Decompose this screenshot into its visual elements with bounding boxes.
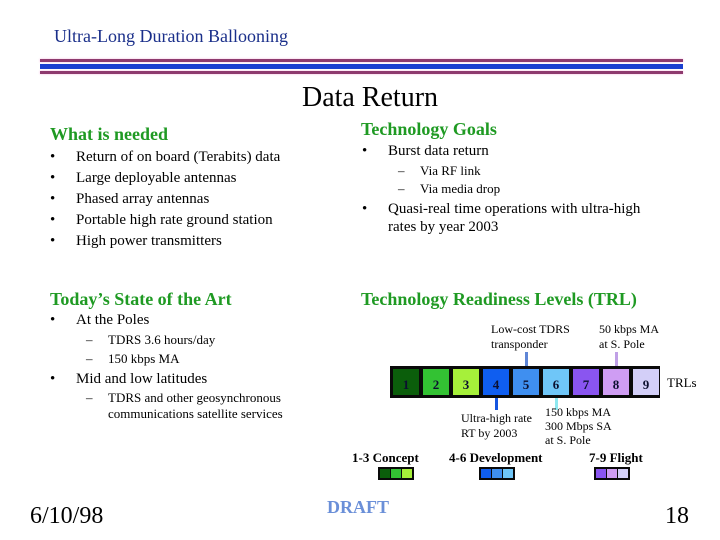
state-sub-tdrs-geosync-line2: communications satellite services: [108, 406, 283, 421]
trl-cell-4: 4: [483, 369, 509, 395]
state-at-the-poles: At the Poles: [76, 312, 150, 328]
goal-sub-rf-link: Via RF link: [420, 163, 481, 178]
trl-cell-8: 8: [603, 369, 629, 395]
trl-cell-7: 7: [573, 369, 599, 395]
trl-cell-1: 1: [393, 369, 419, 395]
callout-50kbps-line2: at S. Pole: [599, 337, 645, 351]
trl-cell-6: 6: [543, 369, 569, 395]
trl-cell-5: 5: [513, 369, 539, 395]
state-sub-tdrs-hours: TDRS 3.6 hours/day: [108, 332, 216, 347]
legend-swatch-cell: [503, 469, 513, 478]
trl-cell-9: 9: [633, 369, 659, 395]
legend-swatch-cell: [402, 469, 412, 478]
callout-50kbps-line1: 50 kbps MA: [599, 322, 660, 336]
header-rule-middle: [40, 64, 683, 69]
bullet-icon: •: [50, 149, 56, 165]
dash-icon: –: [86, 332, 93, 347]
bullet-icon: •: [362, 201, 368, 217]
callout-150kbps-line3: at S. Pole: [545, 433, 591, 447]
legend-swatch-flight: [594, 467, 630, 480]
legend-swatch-cell: [492, 469, 502, 478]
bullet-icon: •: [50, 312, 56, 328]
bullet-icon: •: [50, 371, 56, 387]
legend-label-development: 4-6 Development: [449, 450, 543, 465]
legend-label-concept: 1-3 Concept: [352, 450, 419, 465]
callout-tick-ultra-high-rate: [495, 398, 498, 410]
legend-swatch-development: [479, 467, 515, 480]
callout-tick-low-cost-tdrs: [525, 352, 528, 366]
trl-scale-bar: 1 2 3 4 5 6 7 8 9: [390, 366, 660, 398]
state-sub-150kbps: 150 kbps MA: [108, 351, 180, 366]
slide-title: Data Return: [301, 82, 439, 113]
bullet-icon: •: [50, 170, 56, 186]
callout-ultra-high-rate-line2: RT by 2003: [461, 426, 518, 440]
draft-label: DRAFT: [327, 497, 389, 517]
legend-label-flight: 7-9 Flight: [589, 450, 643, 465]
callout-tick-50kbps: [615, 352, 618, 366]
technology-goals-heading: Technology Goals: [361, 119, 497, 139]
goal-burst-data-return: Burst data return: [388, 143, 489, 159]
goal-quasi-real-time-line2: rates by year 2003: [388, 219, 499, 235]
trl-heading: Technology Readiness Levels (TRL): [361, 289, 637, 309]
what-is-needed-heading: What is needed: [50, 124, 169, 144]
trl-cell-2: 2: [423, 369, 449, 395]
header-rule-bottom: [40, 71, 683, 74]
legend-swatch-cell: [380, 469, 390, 478]
dash-icon: –: [398, 163, 405, 178]
state-sub-tdrs-geosync-line1: TDRS and other geosynchronous: [108, 390, 281, 405]
callout-low-cost-tdrs-line1: Low-cost TDRS: [491, 322, 570, 336]
bullet-icon: •: [50, 212, 56, 228]
page-number: 18: [665, 503, 689, 529]
legend-swatch-cell: [596, 469, 606, 478]
callout-ultra-high-rate-line1: Ultra-high rate: [461, 411, 532, 425]
footer-date: 6/10/98: [30, 503, 104, 529]
goal-sub-media-drop: Via media drop: [420, 181, 501, 196]
trl-axis-label: TRLs: [667, 375, 697, 390]
trl-cell-3: 3: [453, 369, 479, 395]
goal-quasi-real-time-line1: Quasi-real time operations with ultra-hi…: [388, 201, 641, 217]
legend-swatch-cell: [391, 469, 401, 478]
header-title: Ultra-Long Duration Ballooning: [54, 26, 288, 46]
legend-swatch-cell: [481, 469, 491, 478]
dash-icon: –: [86, 351, 93, 366]
legend-swatch-concept: [378, 467, 414, 480]
header-rule-top: [40, 59, 683, 62]
callout-low-cost-tdrs-line2: transponder: [491, 337, 548, 351]
bullet-icon: •: [362, 143, 368, 159]
state-of-art-heading: Today’s State of the Art: [50, 289, 232, 309]
bullet-icon: •: [50, 233, 56, 249]
bullet-icon: •: [50, 191, 56, 207]
legend-swatch-cell: [618, 469, 628, 478]
dash-icon: –: [86, 390, 93, 405]
dash-icon: –: [398, 181, 405, 196]
state-mid-low-latitudes: Mid and low latitudes: [76, 371, 208, 387]
legend-swatch-cell: [607, 469, 617, 478]
